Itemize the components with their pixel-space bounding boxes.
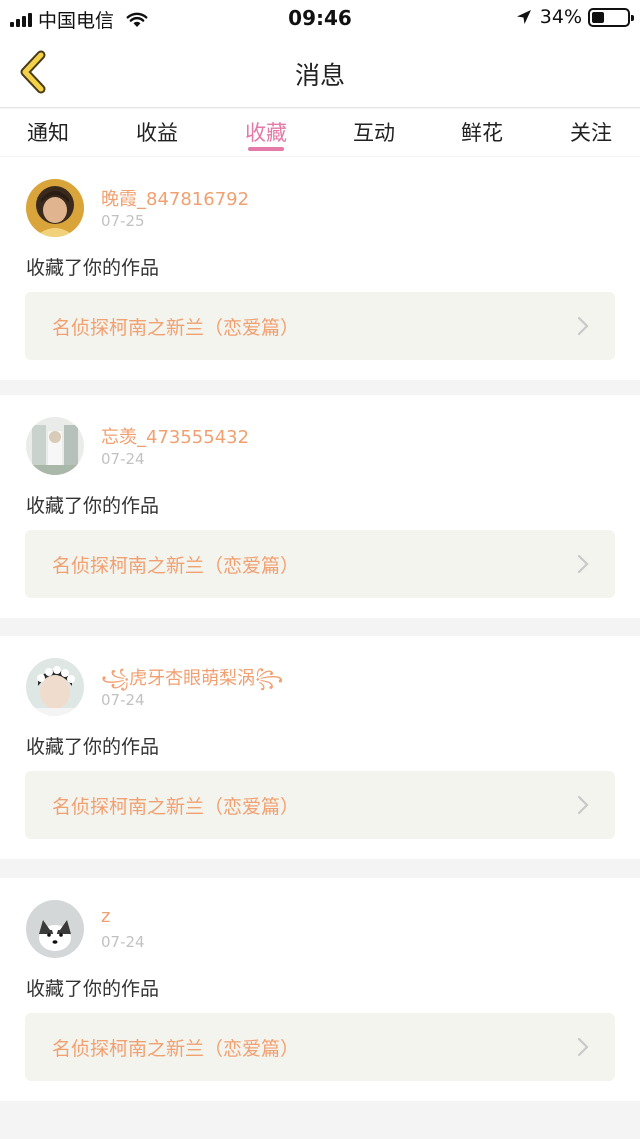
avatar[interactable] xyxy=(26,900,84,958)
tab-follows[interactable]: 关注 xyxy=(536,117,640,147)
message-date: 07-24 xyxy=(101,691,145,709)
message-card: 晚霞_847816792 07-25 收藏了你的作品 名侦探柯南之新兰（恋爱篇） xyxy=(0,157,640,380)
username[interactable]: 忘羡_473555432 xyxy=(101,423,249,449)
username[interactable]: z xyxy=(101,906,110,927)
active-tab-indicator xyxy=(248,147,284,151)
tab-bar: 通知 收益 收藏 互动 鲜花 关注 xyxy=(0,109,640,156)
location-arrow-icon xyxy=(516,10,531,24)
tab-earnings[interactable]: 收益 xyxy=(102,117,212,147)
avatar[interactable] xyxy=(26,417,84,475)
status-bar: 中国电信 09:46 34% xyxy=(0,0,640,36)
battery-icon xyxy=(588,7,634,27)
work-link[interactable]: 名侦探柯南之新兰（恋爱篇） xyxy=(25,530,615,598)
chevron-right-icon xyxy=(577,1037,589,1057)
message-card: ꧁虎牙杏眼萌梨涡꧂ 07-24 收藏了你的作品 名侦探柯南之新兰（恋爱篇） xyxy=(0,636,640,859)
chevron-right-icon xyxy=(577,316,589,336)
work-title: 名侦探柯南之新兰（恋爱篇） xyxy=(52,1038,300,1060)
message-date: 07-24 xyxy=(101,933,145,951)
work-link[interactable]: 名侦探柯南之新兰（恋爱篇） xyxy=(25,771,615,839)
avatar[interactable] xyxy=(26,658,84,716)
battery-percent: 34% xyxy=(539,6,582,28)
work-link[interactable]: 名侦探柯南之新兰（恋爱篇） xyxy=(25,1013,615,1081)
work-link[interactable]: 名侦探柯南之新兰（恋爱篇） xyxy=(25,292,615,360)
action-text: 收藏了你的作品 xyxy=(26,257,160,279)
tab-flowers[interactable]: 鲜花 xyxy=(427,117,537,147)
action-text: 收藏了你的作品 xyxy=(26,978,160,1000)
work-title: 名侦探柯南之新兰（恋爱篇） xyxy=(52,317,300,339)
message-date: 07-24 xyxy=(101,450,145,468)
username[interactable]: 晚霞_847816792 xyxy=(101,185,249,211)
work-title: 名侦探柯南之新兰（恋爱篇） xyxy=(52,555,300,577)
tab-interactions[interactable]: 互动 xyxy=(319,117,429,147)
nav-bar: 消息 xyxy=(0,36,640,108)
message-date: 07-25 xyxy=(101,212,145,230)
chevron-right-icon xyxy=(577,795,589,815)
action-text: 收藏了你的作品 xyxy=(26,495,160,517)
page-title: 消息 xyxy=(294,61,345,90)
message-card: z 07-24 收藏了你的作品 名侦探柯南之新兰（恋爱篇） xyxy=(0,878,640,1101)
message-card: 忘羡_473555432 07-24 收藏了你的作品 名侦探柯南之新兰（恋爱篇） xyxy=(0,395,640,618)
action-text: 收藏了你的作品 xyxy=(26,736,160,758)
avatar[interactable] xyxy=(26,179,84,237)
chevron-right-icon xyxy=(577,554,589,574)
tab-favorites[interactable]: 收藏 xyxy=(211,117,321,147)
tab-notifications[interactable]: 通知 xyxy=(0,117,103,147)
work-title: 名侦探柯南之新兰（恋爱篇） xyxy=(52,796,300,818)
